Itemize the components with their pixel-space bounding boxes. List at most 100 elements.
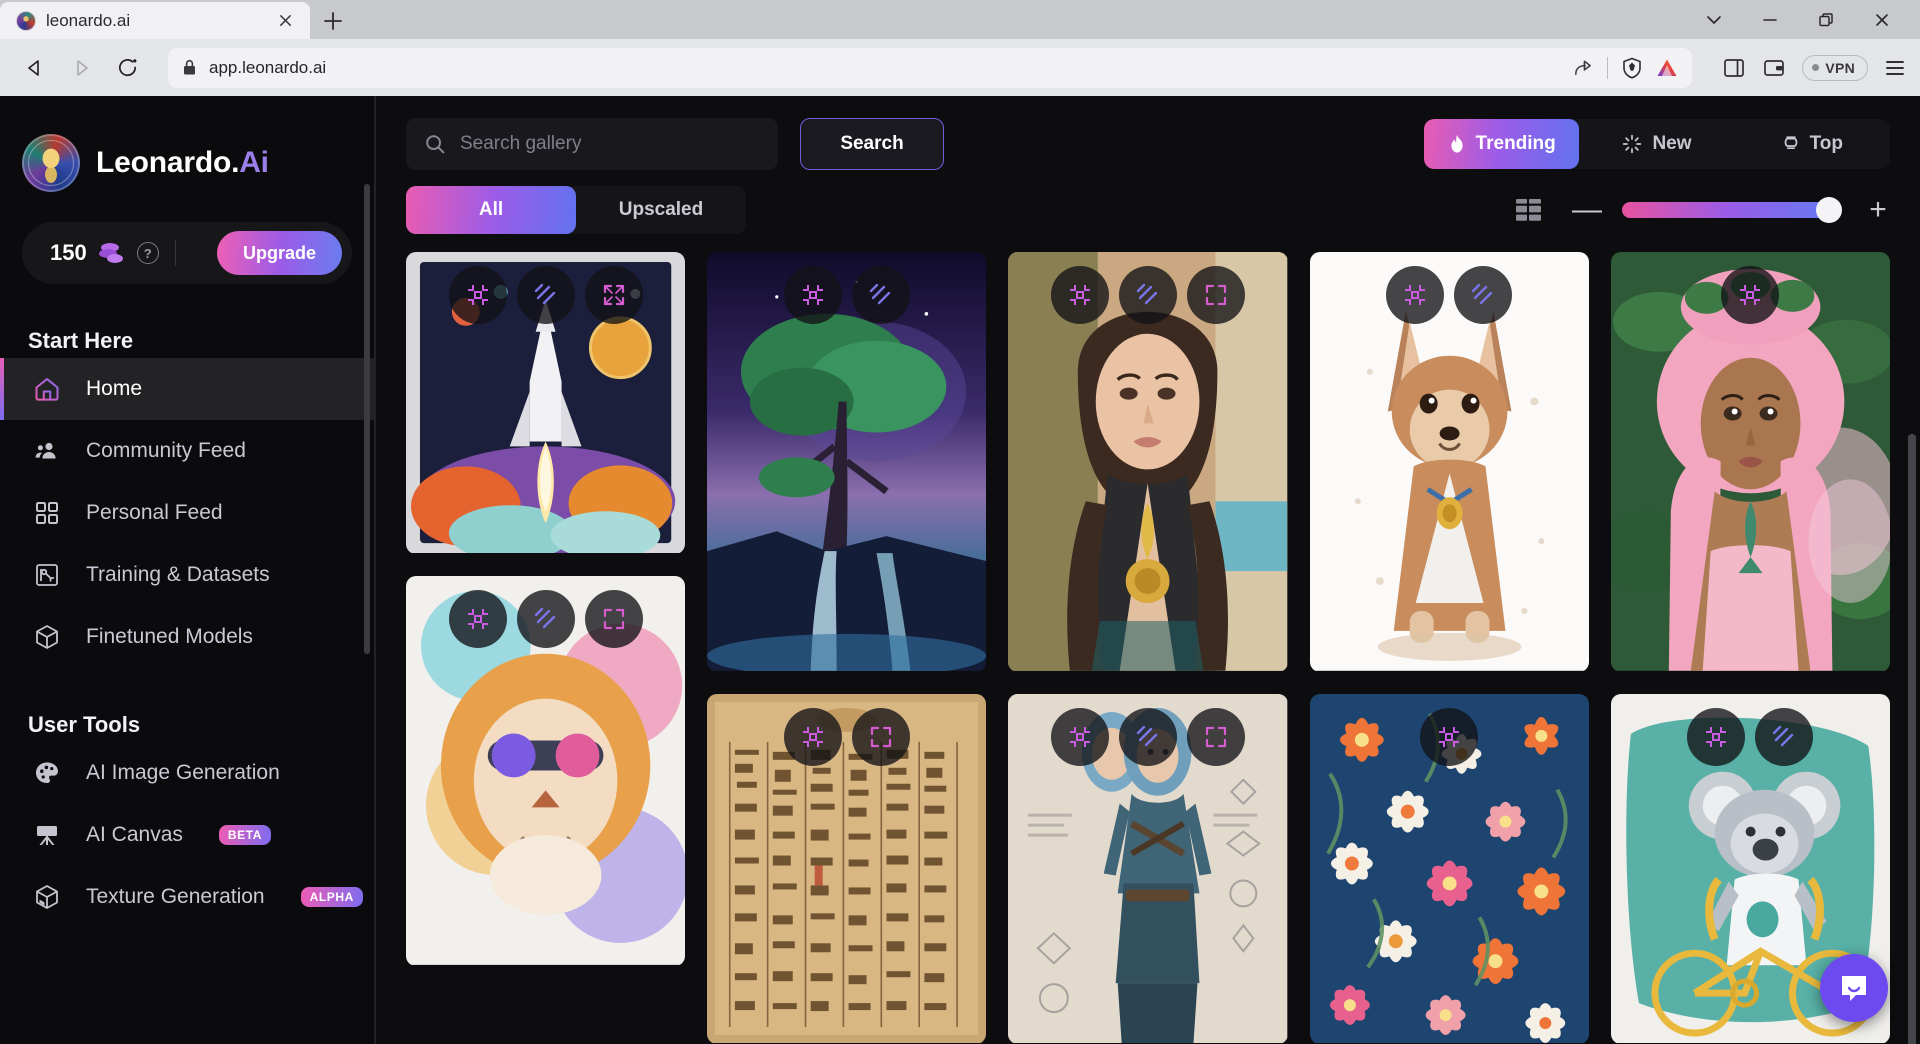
- upscale-button[interactable]: [1119, 266, 1177, 324]
- upscale-button[interactable]: [851, 266, 910, 324]
- browser-tabstrip: leonardo.ai: [0, 0, 1920, 39]
- sidebar-item-texture-generation[interactable]: Texture Generation ALPHA: [0, 866, 374, 928]
- fullscreen-button[interactable]: [584, 590, 643, 648]
- brand-header[interactable]: Leonardo.Ai: [0, 120, 374, 192]
- remix-button[interactable]: [1051, 266, 1109, 324]
- sidebar-item-personal-feed[interactable]: Personal Feed: [0, 482, 374, 544]
- tab-trending[interactable]: Trending: [1424, 119, 1580, 169]
- wallet-icon[interactable]: [1762, 56, 1786, 80]
- upscale-button[interactable]: [516, 590, 575, 648]
- zoom-slider-knob[interactable]: [1816, 197, 1842, 223]
- zoom-out-button[interactable]: —: [1572, 195, 1602, 225]
- browser-right-icons: VPN: [1706, 54, 1906, 81]
- sidebar-item-community-feed[interactable]: Community Feed: [0, 420, 374, 482]
- chevron-down-icon[interactable]: [1686, 0, 1742, 39]
- gallery-scrollbar-thumb[interactable]: [1908, 434, 1916, 1044]
- sidebar-item-home[interactable]: Home: [0, 358, 374, 420]
- hamburger-menu-icon[interactable]: [1884, 57, 1906, 79]
- new-tab-button[interactable]: [310, 2, 356, 39]
- gallery: [376, 234, 1920, 1044]
- cube-icon: [32, 622, 62, 652]
- sidebar-scrollbar-thumb[interactable]: [364, 184, 370, 654]
- upscale-button[interactable]: [516, 266, 575, 324]
- window-close-icon[interactable]: [1854, 0, 1910, 39]
- minimize-icon[interactable]: [1742, 0, 1798, 39]
- sidebar-scrollbar[interactable]: [364, 184, 370, 784]
- upscale-button[interactable]: [1755, 708, 1814, 766]
- tab-title: leonardo.ai: [46, 10, 131, 30]
- browser-tab[interactable]: leonardo.ai: [0, 2, 310, 39]
- forward-icon[interactable]: [60, 47, 102, 89]
- sidebar-item-training-datasets[interactable]: Training & Datasets: [0, 544, 374, 606]
- address-bar[interactable]: app.leonardo.ai: [168, 47, 1693, 88]
- remix-button[interactable]: [448, 590, 507, 648]
- texture-cube-icon: [32, 882, 62, 912]
- gallery-scrollbar[interactable]: [1908, 434, 1916, 1044]
- intercom-chat-button[interactable]: [1820, 954, 1888, 1022]
- sidebar-item-label: Finetuned Models: [86, 625, 253, 648]
- remix-button[interactable]: [783, 708, 842, 766]
- help-circle-icon[interactable]: ?: [136, 242, 159, 264]
- tab-new[interactable]: New: [1579, 119, 1734, 169]
- grid-layout-icon[interactable]: [1512, 195, 1546, 225]
- remix-button[interactable]: [1721, 266, 1780, 324]
- gallery-card[interactable]: [1309, 694, 1589, 1044]
- sidebar-item-finetuned-models[interactable]: Finetuned Models: [0, 606, 374, 668]
- zoom-slider[interactable]: [1622, 197, 1842, 223]
- tab-all[interactable]: All: [406, 186, 576, 234]
- sidebar-item-ai-canvas[interactable]: AI Canvas BETA: [0, 804, 374, 866]
- gallery-card[interactable]: [406, 576, 686, 966]
- gallery-card[interactable]: [707, 694, 987, 1044]
- upscale-button[interactable]: [1454, 266, 1513, 324]
- fullscreen-button[interactable]: [1187, 266, 1245, 324]
- browser-navbar: app.leonardo.ai VPN: [0, 39, 1920, 96]
- fullscreen-button[interactable]: [851, 708, 910, 766]
- leo-ai-icon[interactable]: [1656, 58, 1678, 78]
- tab-upscaled[interactable]: Upscaled: [576, 186, 746, 234]
- share-icon[interactable]: [1572, 57, 1593, 78]
- upgrade-button[interactable]: Upgrade: [216, 231, 342, 275]
- reload-icon[interactable]: [106, 47, 148, 89]
- sidebar-item-ai-image-generation[interactable]: AI Image Generation: [0, 742, 374, 804]
- gallery-card[interactable]: [406, 252, 686, 554]
- search-box[interactable]: [406, 118, 778, 170]
- gallery-card[interactable]: [1008, 252, 1288, 672]
- card-actions: [406, 590, 685, 648]
- search-input[interactable]: [460, 133, 760, 155]
- fullscreen-button[interactable]: [1187, 708, 1245, 766]
- gallery-card[interactable]: [1610, 252, 1891, 672]
- gallery-card[interactable]: [1309, 252, 1589, 672]
- remix-button[interactable]: [448, 266, 507, 324]
- remix-button[interactable]: [1687, 708, 1746, 766]
- restore-icon[interactable]: [1798, 0, 1854, 39]
- close-icon[interactable]: [272, 8, 298, 34]
- sidebar-panel-icon[interactable]: [1722, 56, 1746, 80]
- back-icon[interactable]: [14, 47, 56, 89]
- main-content: Search Trending: [374, 96, 1920, 1044]
- gallery-card[interactable]: [707, 252, 987, 672]
- tab-label: Trending: [1475, 133, 1556, 154]
- divider: [1607, 56, 1609, 79]
- gallery-card[interactable]: [1008, 694, 1288, 1044]
- fullscreen-button[interactable]: [584, 266, 643, 324]
- remix-button[interactable]: [1386, 266, 1445, 324]
- badge-beta: BETA: [218, 825, 272, 845]
- tab-top[interactable]: Top: [1735, 119, 1890, 169]
- gallery-masonry: [406, 252, 1891, 1044]
- vpn-status-dot: [1812, 64, 1820, 71]
- vpn-button[interactable]: VPN: [1802, 54, 1868, 81]
- brave-shield-icon[interactable]: [1622, 57, 1642, 79]
- sidebar-item-label: Community Feed: [86, 439, 246, 462]
- remix-button[interactable]: [1420, 708, 1479, 766]
- zoom-in-button[interactable]: +: [1866, 195, 1890, 225]
- gallery-column: [707, 252, 987, 1044]
- remix-button[interactable]: [783, 266, 842, 324]
- badge-alpha: ALPHA: [300, 887, 363, 907]
- remix-button[interactable]: [1051, 708, 1109, 766]
- card-actions: [406, 266, 685, 324]
- toolbar-row-search: Search Trending: [406, 118, 1890, 170]
- search-button[interactable]: Search: [800, 118, 944, 170]
- sparkle-icon: [1622, 134, 1642, 154]
- tab-label: Top: [1809, 133, 1844, 154]
- upscale-button[interactable]: [1119, 708, 1177, 766]
